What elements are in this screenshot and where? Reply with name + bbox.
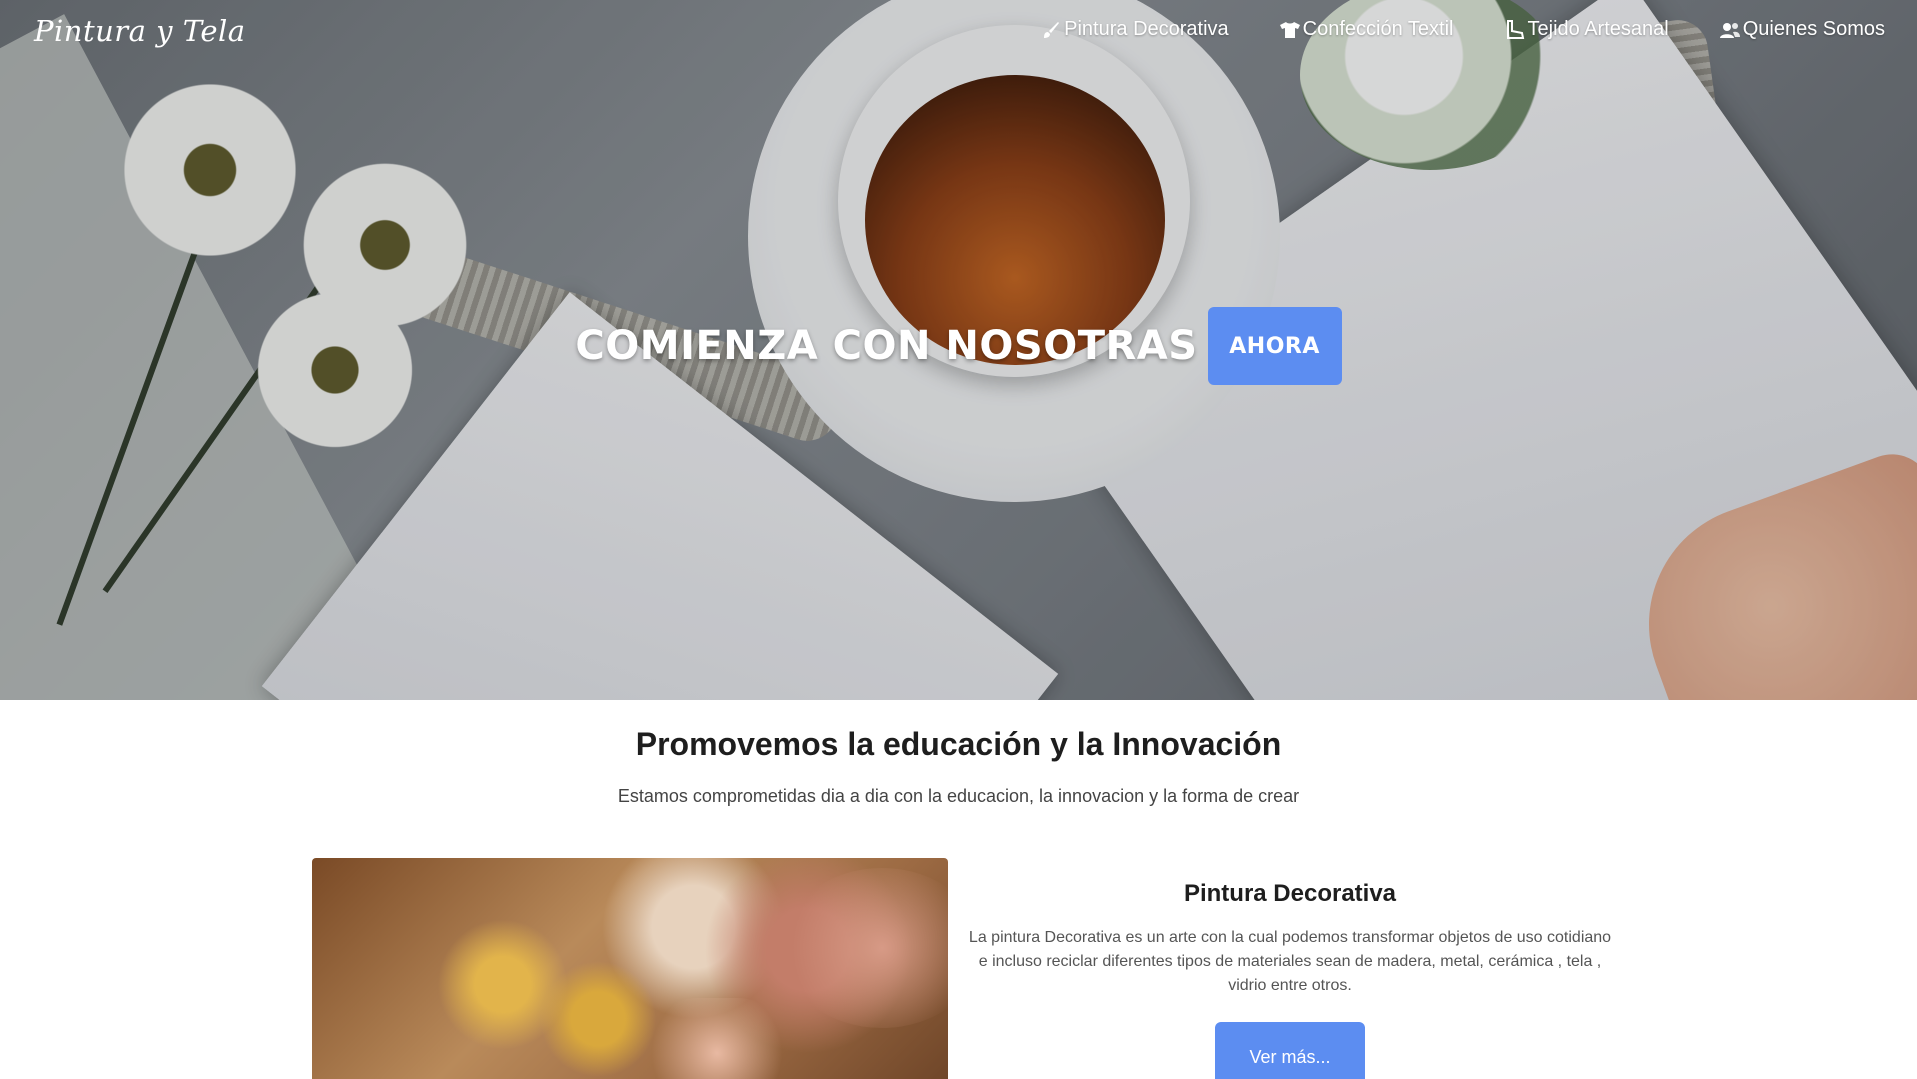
nav-item-pintura[interactable]: Pintura Decorativa <box>1040 18 1229 41</box>
nav-item-confeccion[interactable]: Confección Textil <box>1279 18 1454 41</box>
paintbrush-icon <box>1040 19 1062 41</box>
feature-description: La pintura Decorativa es un arte con la … <box>968 929 1612 994</box>
feature-title: Pintura Decorativa <box>1183 880 1397 907</box>
nav-item-label: Pintura Decorativa <box>1064 18 1229 40</box>
feature-image-person <box>782 868 948 1028</box>
ahora-button[interactable]: AHORA <box>1207 307 1342 385</box>
feature-image-hand <box>642 998 792 1079</box>
feature-image <box>312 858 948 1079</box>
nav-item-quienes[interactable]: Quienes Somos <box>1719 18 1885 41</box>
nav-item-tejido[interactable]: Tejido Artesanal <box>1504 18 1669 41</box>
main-nav: Pintura Decorativa Confección Textil Tej… <box>1040 18 1885 41</box>
hero-title: COMIENZA CON NOSOTRAS <box>575 323 1198 369</box>
section-subtitle: Estamos comprometidas dia a dia con la e… <box>617 786 1300 806</box>
section-title: Promovemos la educación y la Innovación <box>635 726 1282 762</box>
brand-logo[interactable]: Pintura y Tela <box>34 14 246 48</box>
nav-item-label: Tejido Artesanal <box>1527 18 1669 40</box>
hero-cta-row: COMIENZA CON NOSOTRAS AHORA <box>0 307 1917 385</box>
boot-icon <box>1504 19 1526 41</box>
tshirt-icon <box>1279 19 1301 41</box>
nav-item-label: Quienes Somos <box>1742 18 1885 40</box>
ver-mas-button[interactable]: Ver más... <box>1215 1022 1365 1079</box>
users-icon <box>1719 19 1741 41</box>
nav-item-label: Confección Textil <box>1302 18 1454 40</box>
